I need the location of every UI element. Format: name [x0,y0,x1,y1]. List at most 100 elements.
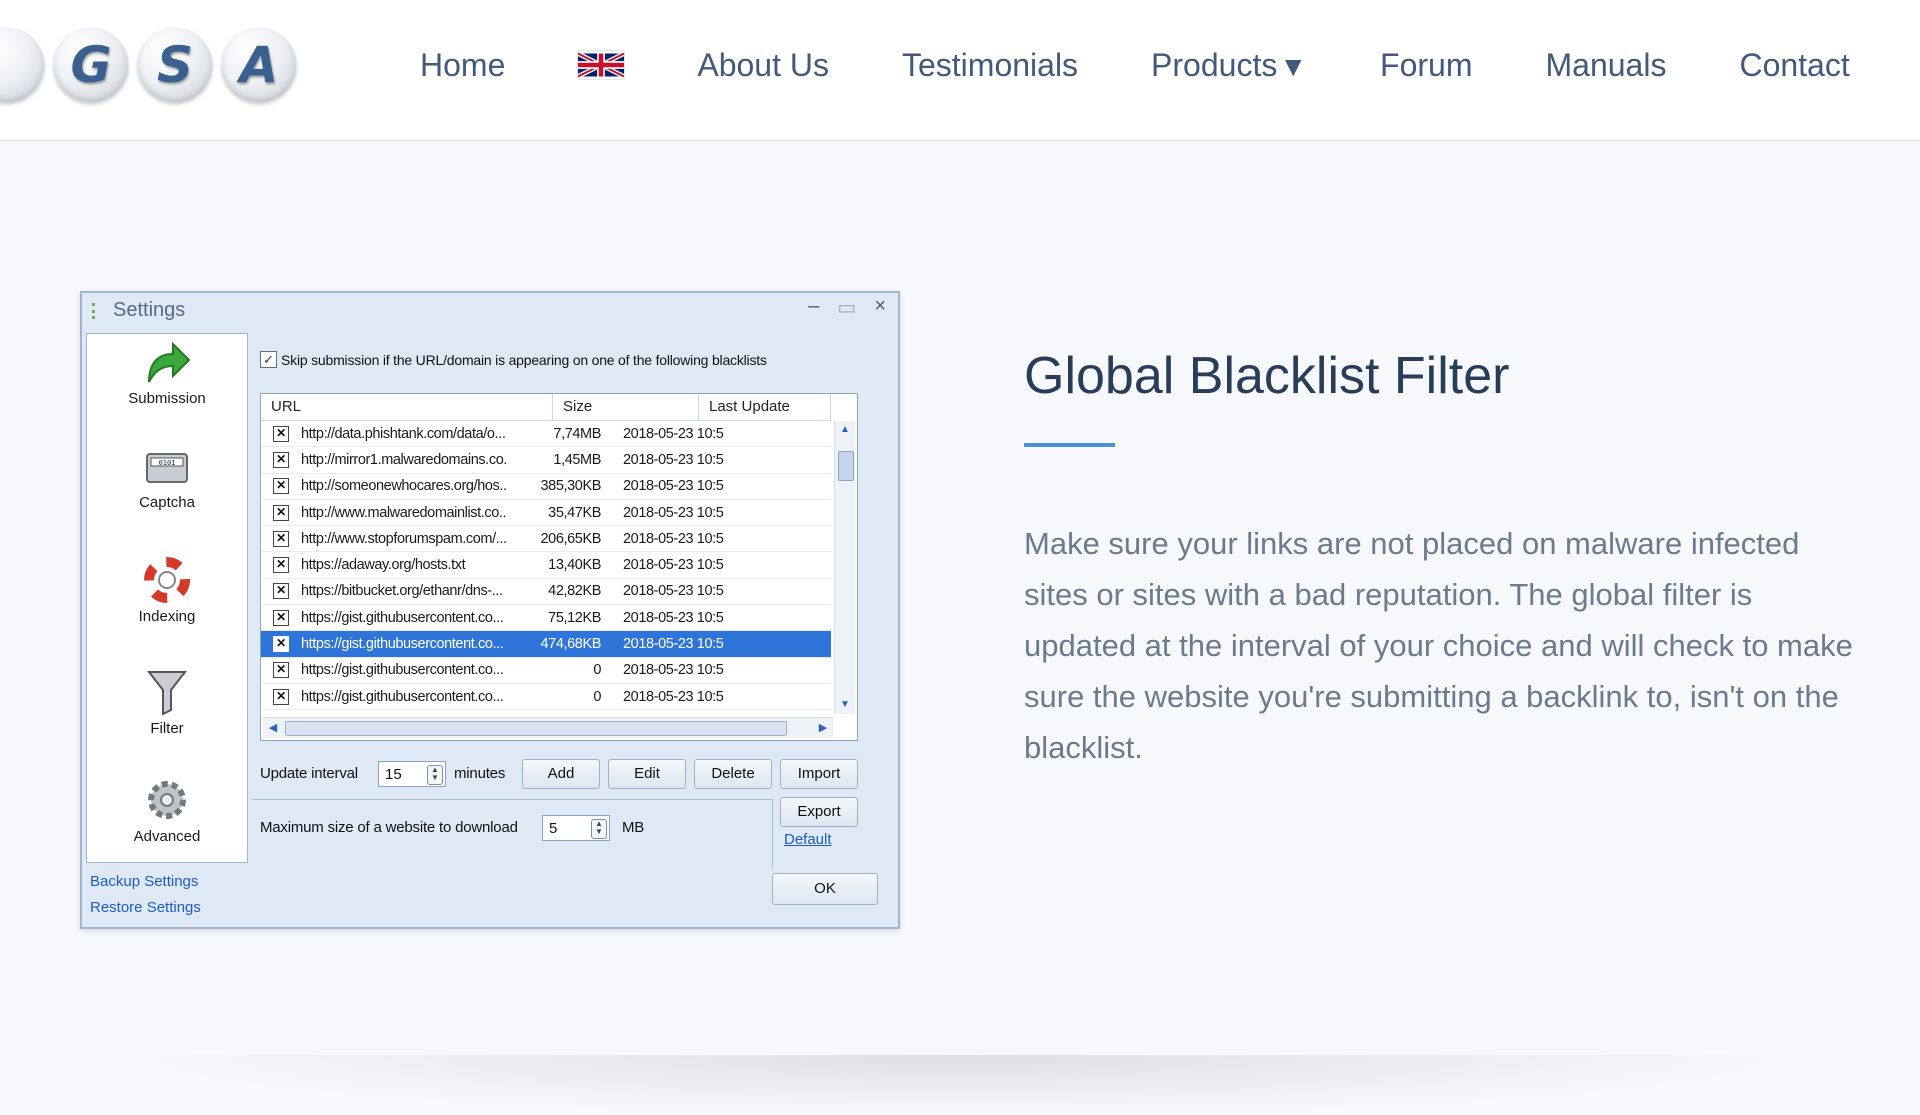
table-row[interactable]: ✕ https://gist.githubusercontent.co... 474… [261,631,831,658]
column-size[interactable]: Size [553,394,699,420]
sidebar-item-filter[interactable]: Filter [87,666,247,737]
row-checkbox[interactable]: ✕ [273,583,289,600]
gsa-logo[interactable]: G S A [0,28,296,102]
scroll-left-icon[interactable]: ◀ [264,719,282,737]
scroll-right-icon[interactable]: ▶ [814,719,832,737]
scroll-thumb[interactable] [838,451,854,481]
row-checkbox[interactable]: ✕ [273,609,289,626]
section-shadow [130,1055,1790,1115]
table-row[interactable]: ✕ https://gist.githubusercontent.co... 0 20… [261,658,831,684]
row-checkbox[interactable]: ✕ [273,504,289,521]
nav-testimonials[interactable]: Testimonials [902,47,1078,84]
row-url: https://bitbucket.org/ethanr/dns-... [301,583,503,600]
row-size: 0 [593,688,601,705]
max-size-spinner[interactable]: 5 ▲ ▼ [542,815,610,841]
skip-blacklist-checkbox[interactable]: ✓ [260,351,277,368]
table-row[interactable]: ✕ http://www.stopforumspam.com/... 206,65K… [261,526,831,553]
row-checkbox[interactable]: ✕ [273,451,289,468]
row-last-update: 2018-05-23 10:5 [623,530,724,547]
row-url: http://www.malwaredomainlist.co... [301,504,507,521]
row-checkbox[interactable]: ✕ [273,425,289,442]
ok-button[interactable]: OK [772,873,878,905]
feature-description: Make sure your links are not placed on m… [1024,526,1853,765]
sidebar-label-submission: Submission [128,390,206,407]
column-url[interactable]: URL [261,394,553,420]
lifebuoy-icon [144,557,190,603]
row-last-update: 2018-05-23 10:5 [623,688,724,705]
captcha-icon: 0101 [146,453,188,483]
divider [252,799,772,800]
row-checkbox[interactable]: ✕ [273,662,289,679]
spinner-arrows-icon[interactable]: ▲ ▼ [591,819,607,839]
horizontal-scrollbar[interactable]: ◀ ▶ [263,717,833,738]
main-nav: Home About Us Testimonials Products▼ For… [420,0,1850,130]
language-flag-uk-icon[interactable] [578,51,625,79]
default-link[interactable]: Default [784,831,832,848]
row-last-update: 2018-05-23 10:5 [623,451,724,468]
maximize-icon[interactable]: ▭ [837,295,856,320]
delete-button[interactable]: Delete [694,759,772,789]
column-last-update[interactable]: Last Update [699,394,831,420]
skip-blacklist-option[interactable]: ✓ Skip submission if the URL/domain is a… [260,351,767,368]
nav-about-us[interactable]: About Us [697,47,829,84]
export-button[interactable]: Export [780,797,858,827]
logo-ball-a: A [222,28,296,102]
table-row[interactable]: ✕ https://adaway.org/hosts.txt 13,40KB 2018… [261,552,831,579]
table-row[interactable]: ✕ http://mirror1.malwaredomains.co... 1,45… [261,447,831,474]
window-title: Settings [113,299,186,321]
row-checkbox[interactable]: ✕ [273,636,289,653]
table-row[interactable]: ✕ https://gist.githubusercontent.co... 75,… [261,605,831,632]
sidebar-label-indexing: Indexing [138,608,196,625]
table-row[interactable]: ✕ http://www.malwaredomainlist.co... 35,47… [261,500,831,527]
table-row[interactable]: ✕ http://data.phishtank.com/data/o... 7,74… [261,421,831,448]
row-size: 206,65KB [540,530,602,547]
row-checkbox[interactable]: ✕ [273,688,289,705]
nav-products[interactable]: Products▼ [1151,47,1307,84]
update-interval-spinner[interactable]: 15 ▲ ▼ [378,761,446,787]
nav-contact[interactable]: Contact [1739,47,1849,84]
row-last-update: 2018-05-23 10:5 [623,636,724,653]
spinner-arrows-icon[interactable]: ▲ ▼ [427,765,443,785]
max-size-label: Maximum size of a website to download [260,819,518,836]
row-url: https://gist.githubusercontent.co... [301,688,504,705]
close-icon[interactable]: × [874,295,886,320]
update-interval-value: 15 [385,766,402,783]
import-button[interactable]: Import [780,759,858,789]
row-url: http://data.phishtank.com/data/o... [301,425,506,442]
row-checkbox[interactable]: ✕ [273,530,289,547]
logo-ball-s: S [138,28,212,102]
minimize-icon[interactable]: – [808,295,819,320]
app-icon [92,302,107,319]
nav-home[interactable]: Home [420,47,505,84]
site-header: G S A Home About Us Testimonials Product… [0,0,1920,141]
restore-settings-link[interactable]: Restore Settings [90,899,201,916]
row-url: https://gist.githubusercontent.co... [301,636,504,653]
backup-settings-link[interactable]: Backup Settings [90,873,198,890]
row-size: 0 [593,662,601,679]
add-button[interactable]: Add [522,759,600,789]
row-size: 385,30KB [540,478,602,495]
sidebar-item-indexing[interactable]: Indexing [87,556,247,625]
row-size: 1,45MB [553,451,601,468]
scroll-up-icon[interactable]: ▲ [837,422,853,438]
green-arrow-icon [148,341,191,383]
table-row[interactable]: ✕ https://gist.githubusercontent.co... 0 20… [261,684,831,711]
nav-forum[interactable]: Forum [1380,47,1472,84]
nav-manuals[interactable]: Manuals [1546,47,1667,84]
table-row[interactable]: ✕ https://bitbucket.org/ethanr/dns-... 42,… [261,579,831,606]
sidebar-item-submission[interactable]: Submission [87,338,247,407]
scroll-down-icon[interactable]: ▼ [837,697,853,713]
row-url: https://gist.githubusercontent.co... [301,609,504,626]
row-checkbox[interactable]: ✕ [273,478,289,495]
row-size: 7,74MB [553,425,601,442]
logo-letter-a: A [239,36,279,94]
sidebar-item-advanced[interactable]: Advanced [87,776,247,845]
gear-icon [148,781,186,819]
row-checkbox[interactable]: ✕ [273,557,289,574]
divider-vertical [772,799,773,869]
table-row[interactable]: ✕ http://someonewhocares.org/hos... 385,30… [261,474,831,500]
horizontal-scroll-thumb[interactable] [285,721,787,736]
sidebar-item-captcha[interactable]: 0101 Captcha [87,446,247,511]
vertical-scrollbar[interactable]: ▲ ▼ [834,421,855,714]
edit-button[interactable]: Edit [608,759,686,789]
